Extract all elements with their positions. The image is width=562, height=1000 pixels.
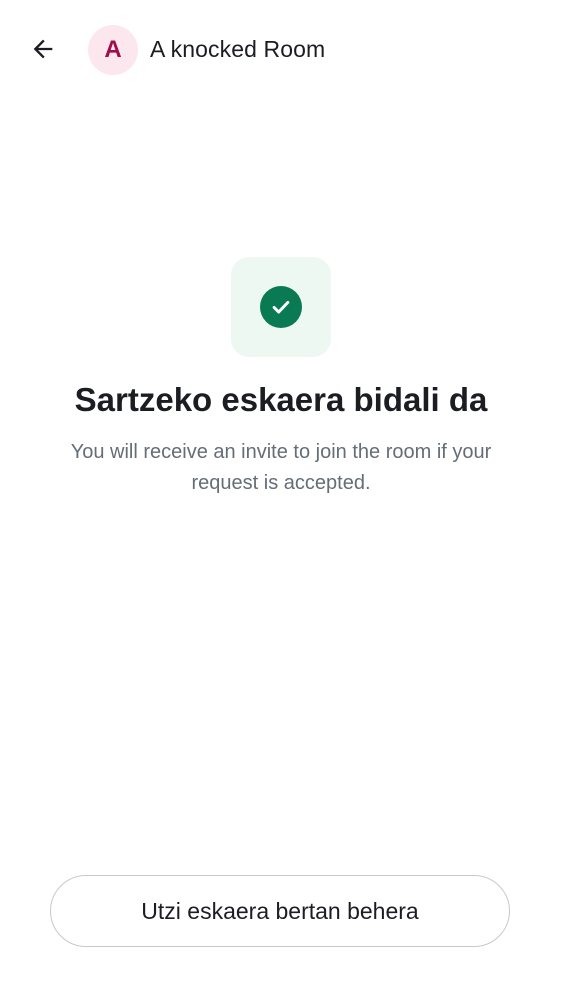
top-app-bar: A A knocked Room <box>0 0 562 100</box>
arrow-left-icon <box>33 39 53 59</box>
request-sent-message: You will receive an invite to join the r… <box>70 441 492 494</box>
check-circle-icon <box>260 286 302 328</box>
room-avatar: A <box>88 25 138 75</box>
checkmark-icon <box>272 300 290 314</box>
cancel-request-button[interactable]: Utzi eskaera bertan behera <box>50 875 510 947</box>
room-title: A knocked Room <box>150 36 326 62</box>
request-sent-title: Sartzeko eskaera bidali da <box>74 381 488 418</box>
success-icon-tile <box>231 257 331 357</box>
back-button[interactable] <box>20 26 66 72</box>
